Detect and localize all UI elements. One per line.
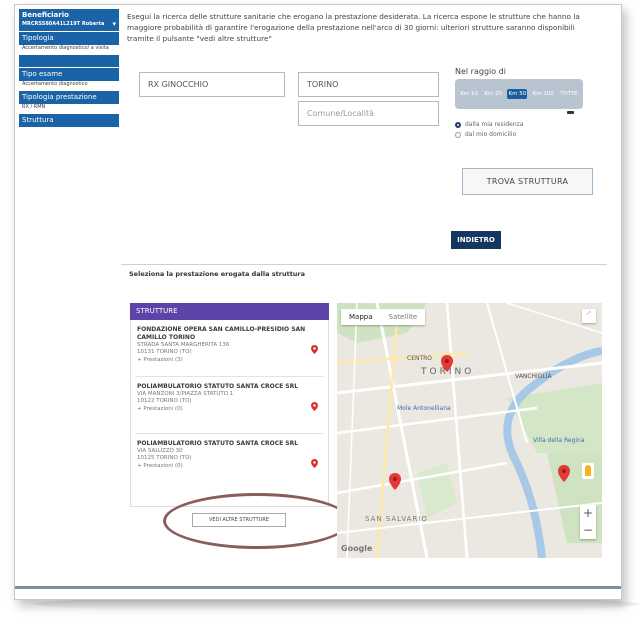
indietro-button[interactable]: INDIETRO <box>451 231 501 249</box>
sidebar-tipologia-value: Accertamento diagnostico/ a visita <box>22 45 109 51</box>
map-label-torino: TORINO <box>421 367 475 377</box>
prestazioni-toggle[interactable]: + Prestazioni (0) <box>137 463 322 469</box>
chevron-down-icon[interactable]: ▾ <box>112 20 116 29</box>
radius-option-20[interactable]: Km 20 <box>483 89 503 99</box>
radius-option-100[interactable]: Km 100 <box>532 89 555 99</box>
sidebar-struttura[interactable]: Struttura <box>19 114 119 127</box>
map-type-tabs: Mappa Satellite <box>341 309 426 325</box>
prestazioni-toggle[interactable]: + Prestazioni (3) <box>137 357 322 363</box>
map-pin-icon[interactable] <box>311 459 318 468</box>
map-label-centro: CENTRO <box>407 355 433 362</box>
sidebar-tipologia-prestazione-value: RX / RMN <box>22 104 46 110</box>
map-pin-icon[interactable] <box>311 345 318 354</box>
prestazioni-count: Prestazioni (3) <box>143 357 183 363</box>
radio-empty-icon[interactable] <box>455 131 461 138</box>
highlight-ellipse <box>163 493 351 549</box>
structure-address: VIA MANZONI 3/PIAZZA STATUTO 1 <box>137 391 234 397</box>
sidebar-tipologia-prestazione[interactable]: Tipologia prestazione <box>19 91 119 104</box>
tab-mappa[interactable]: Mappa <box>341 309 381 325</box>
trova-struttura-button[interactable]: TROVA STRUTTURA <box>462 168 593 195</box>
slider-handle[interactable] <box>567 111 574 114</box>
divider <box>121 264 607 265</box>
zoom-control: + − <box>580 505 596 539</box>
radius-label: Nel raggio di <box>455 67 506 76</box>
map-label-vanchiglia: VANCHIGLIA <box>515 373 552 380</box>
zoom-in-icon[interactable]: + <box>580 505 596 522</box>
citta-input[interactable]: TORINO <box>298 72 439 97</box>
radio-selected-icon[interactable] <box>455 121 461 128</box>
prestazioni-count: Prestazioni (0) <box>143 463 183 469</box>
sidebar-tipo-esame[interactable]: Tipo esame <box>19 68 119 81</box>
structure-name[interactable]: POLIAMBULATORIO STATUTO SANTA CROCE SRL <box>137 440 307 448</box>
sidebar-beneficiario-label: Beneficiario <box>22 11 69 19</box>
map-pin-icon[interactable] <box>311 402 318 411</box>
sidebar-tipo-esame-value: Accertamento diagnostico <box>22 81 88 87</box>
results-header: STRUTTURE <box>130 303 329 320</box>
list-item[interactable]: POLIAMBULATORIO STATUTO SANTA CROCE SRL … <box>135 434 324 491</box>
radius-option-10[interactable]: Km 10 <box>459 89 479 99</box>
structure-address: STRADA SANTA MARGHERITA 136 <box>137 342 230 348</box>
map-label-mole: Mole Antonelliana <box>397 405 451 412</box>
radius-selector: Nel raggio di Km 10 Km 20 Km 50 Km 100 T… <box>455 67 583 153</box>
sidebar-spacer-bar <box>19 55 119 67</box>
comune-placeholder: Comune/Località <box>307 109 375 118</box>
radius-slider[interactable]: Km 10 Km 20 Km 50 Km 100 TUTTE <box>455 79 583 109</box>
structure-name[interactable]: POLIAMBULATORIO STATUTO SANTA CROCE SRL <box>137 383 307 391</box>
comune-input[interactable]: Comune/Località <box>298 101 439 126</box>
radio-residenza[interactable]: dalla mia residenza <box>455 121 523 128</box>
tab-satellite[interactable]: Satellite <box>381 309 426 325</box>
sidebar-tipologia[interactable]: Tipologia <box>19 32 119 45</box>
list-item[interactable]: FONDAZIONE OPERA SAN CAMILLO-PRESIDIO SA… <box>135 320 324 377</box>
sidebar: Beneficiario MRCRSS80A41L219T Roberta ▾ T… <box>19 9 119 127</box>
radio-domicilio-label: dal mio domicilio <box>465 131 517 138</box>
map-label-san-salvario: SAN SALVARIO <box>365 515 428 523</box>
structure-city: 10131 TORINO (TO) <box>137 349 192 355</box>
fullscreen-icon[interactable]: ⤢ <box>582 309 596 323</box>
map-label-villa: Villa della Regina <box>533 437 585 444</box>
prestazioni-count: Prestazioni (0) <box>143 406 183 412</box>
section-title: Seleziona la prestazione erogata dalla s… <box>129 270 306 278</box>
structure-city: 10122 TORINO (TO) <box>137 398 192 404</box>
list-item[interactable]: POLIAMBULATORIO STATUTO SANTA CROCE SRL … <box>135 377 324 434</box>
footer-rule <box>15 586 621 589</box>
pegman-icon[interactable] <box>582 463 594 479</box>
results-list: FONDAZIONE OPERA SAN CAMILLO-PRESIDIO SA… <box>130 320 329 507</box>
radio-residenza-label: dalla mia residenza <box>465 121 524 128</box>
radio-domicilio[interactable]: dal mio domicilio <box>455 131 516 138</box>
prestazioni-toggle[interactable]: + Prestazioni (0) <box>137 406 322 412</box>
prestazione-input[interactable]: RX GINOCCHIO <box>139 72 285 97</box>
app-frame: Beneficiario MRCRSS80A41L219T Roberta ▾ T… <box>14 4 622 600</box>
sidebar-beneficiario-code: MRCRSS80A41L219T Roberta <box>22 21 105 27</box>
radius-option-50[interactable]: Km 50 <box>507 89 528 99</box>
structure-city: 10125 TORINO (TO) <box>137 455 192 461</box>
map-panel[interactable]: CENTRO TORINO VANCHIGLIA Mole Antonellia… <box>337 303 602 558</box>
structure-name[interactable]: FONDAZIONE OPERA SAN CAMILLO-PRESIDIO SA… <box>137 326 307 342</box>
structure-address: VIA SALUZZO 30 <box>137 448 183 454</box>
zoom-out-icon[interactable]: − <box>580 522 596 539</box>
sidebar-beneficiario[interactable]: Beneficiario MRCRSS80A41L219T Roberta ▾ <box>19 9 119 31</box>
google-logo: Google <box>341 544 373 553</box>
radius-option-all[interactable]: TUTTE <box>559 89 578 99</box>
intro-text: Esegui la ricerca delle strutture sanita… <box>127 12 580 43</box>
